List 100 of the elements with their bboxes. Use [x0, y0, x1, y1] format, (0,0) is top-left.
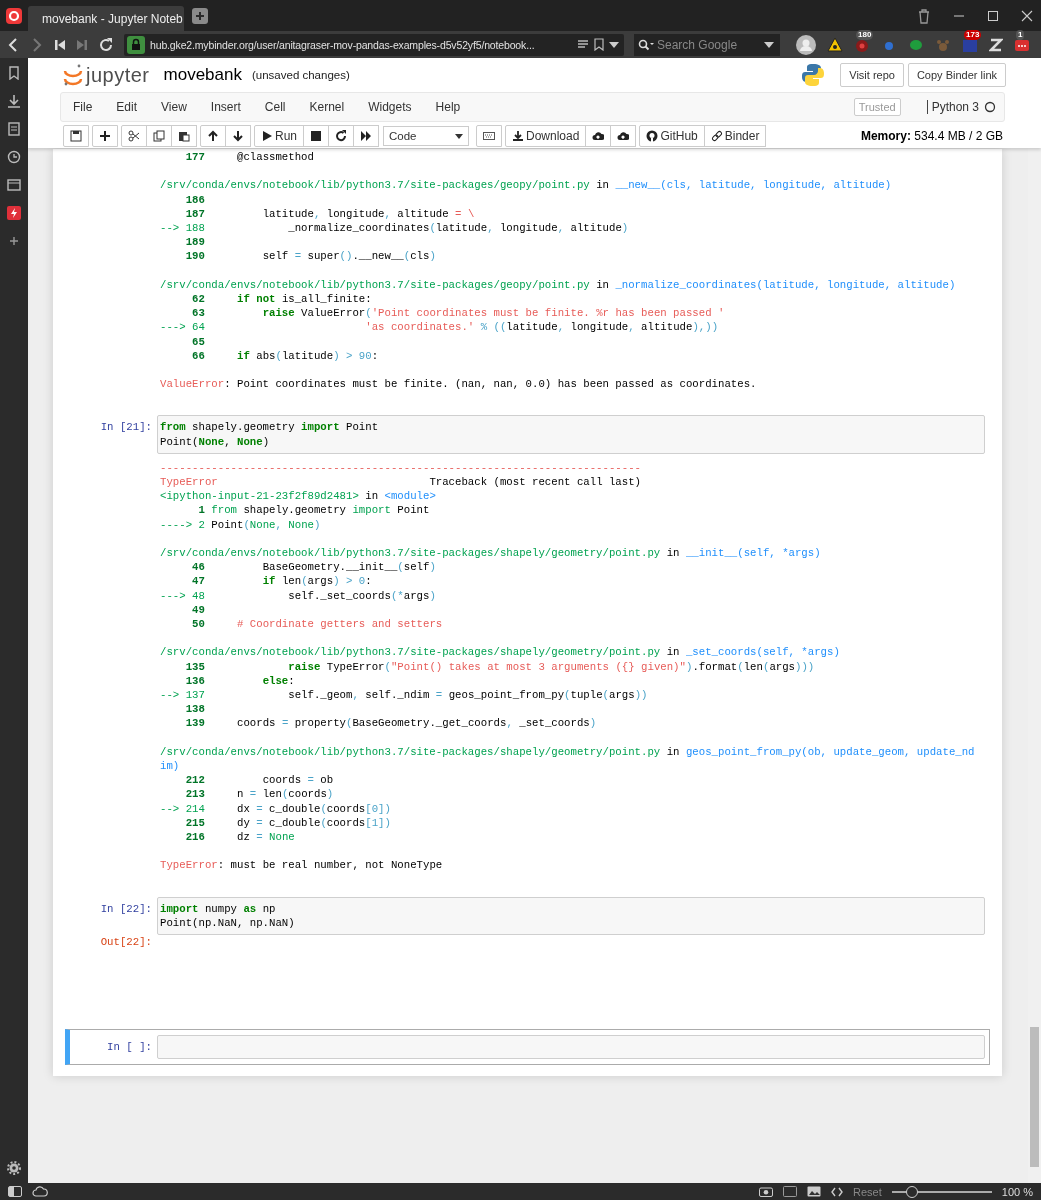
- caret-icon: [455, 133, 463, 139]
- output-line: 50 # Coordinate getters and setters: [191, 617, 444, 632]
- avatar-icon[interactable]: [796, 34, 816, 55]
- notebook-cell[interactable]: In [22]: import numpy as np Point(np.NaN, np.NaN) Out[22]:: [65, 890, 990, 956]
- paste-button[interactable]: [171, 125, 197, 147]
- output-line: 136 else:: [184, 673, 296, 689]
- stop-icon: [310, 130, 322, 142]
- output-line: ---> 64 'as coordinates.' % ((latitude, longitude, altitude),)): [160, 320, 720, 335]
- cloud-icon: [592, 130, 605, 142]
- header-button[interactable]: Copy Binder link: [907, 63, 1006, 87]
- reload-button[interactable]: [98, 36, 114, 53]
- menu-item[interactable]: Insert: [210, 100, 241, 114]
- code-input[interactable]: [157, 1035, 985, 1060]
- output-line: <ipython-input-21-23f2f89d2481> in <module>: [160, 489, 437, 504]
- download-icon[interactable]: [7, 94, 21, 108]
- output-line: /srv/conda/envs/notebook/lib/python3.7/site-packages/geopy/point.py in _normalize_coordinates(latitude, longitude, altitude): [160, 277, 957, 292]
- bookmark-icon[interactable]: [7, 66, 21, 80]
- kernel-name[interactable]: Python 3: [926, 100, 979, 114]
- trash-icon[interactable]: [917, 7, 931, 24]
- plus-icon[interactable]: [7, 234, 21, 248]
- code-input[interactable]: from shapely.geometry import Point Point(None, None): [157, 415, 985, 454]
- logo-text[interactable]: jupyter: [86, 63, 150, 87]
- binder-button[interactable]: Binder: [703, 125, 767, 147]
- output-line: TypeError Traceback (most recent call last): [160, 475, 643, 490]
- warning-icon[interactable]: [827, 37, 843, 52]
- search-icon: [638, 38, 654, 51]
- close-button[interactable]: [1021, 9, 1033, 22]
- panel-toggle-icon[interactable]: [8, 1186, 22, 1197]
- menu-item[interactable]: Widgets: [368, 100, 412, 114]
- address-field[interactable]: hub.gke2.mybinder.org/user/anitagraser-mov-pandas-examples-d5v52yf5/notebook...: [124, 33, 624, 56]
- input-prompt: In [ ]:: [106, 1040, 153, 1056]
- code-icon[interactable]: [831, 1186, 844, 1197]
- forward-button[interactable]: [30, 36, 44, 53]
- code-input[interactable]: import numpy as np Point(np.NaN, np.NaN): [157, 896, 985, 936]
- output-line: 135 raise TypeError("Point() takes at most 3 arguments ({} given)").format(len(args))): [184, 659, 816, 674]
- back-button[interactable]: [6, 36, 20, 53]
- menu-item[interactable]: Cell: [264, 100, 286, 114]
- notes-icon[interactable]: [7, 122, 21, 136]
- caret-icon[interactable]: [764, 41, 774, 48]
- window-icon[interactable]: [7, 178, 21, 192]
- menu-item[interactable]: File: [73, 100, 93, 114]
- keyboard-button[interactable]: [476, 125, 502, 147]
- menu-item[interactable]: Help: [435, 100, 461, 114]
- reset-button[interactable]: Reset: [853, 1185, 882, 1198]
- move-down-button[interactable]: [225, 125, 251, 147]
- zoom-level: 100 %: [1001, 1185, 1033, 1198]
- cut-button[interactable]: [121, 125, 147, 147]
- restart-icon: [335, 130, 347, 142]
- output-line: 138: [184, 702, 206, 717]
- cloud-icon[interactable]: [32, 1186, 48, 1197]
- plus-icon: [99, 130, 111, 142]
- reader-view-icon[interactable]: [577, 39, 589, 50]
- notebook-cell[interactable]: In [ ]:: [65, 1029, 990, 1066]
- save-status: (unsaved changes): [251, 69, 350, 81]
- bookmark-icon[interactable]: [594, 38, 604, 51]
- output-line: /srv/conda/envs/notebook/lib/python3.7/site-packages/geopy/point.py in __new__(cls, latitude, longitude, altitude): [160, 178, 893, 193]
- output-line: --> 137 self._geom, self._ndim = geos_point_from_py(tuple(args)): [160, 688, 649, 703]
- menu-item[interactable]: View: [161, 100, 187, 114]
- image-icon[interactable]: [807, 1186, 822, 1197]
- camera-icon[interactable]: [759, 1186, 774, 1197]
- run-button[interactable]: Run: [254, 125, 304, 147]
- maximize-button[interactable]: [987, 9, 999, 22]
- cell-type-dropdown[interactable]: Code: [383, 126, 469, 146]
- fast-forward-button[interactable]: [76, 37, 88, 52]
- logo-icon[interactable]: [6, 7, 22, 24]
- upload-button[interactable]: [610, 125, 637, 147]
- notebook-title[interactable]: movebank: [163, 65, 242, 85]
- header-button[interactable]: Visit repo: [840, 63, 904, 87]
- rewind-button[interactable]: [54, 37, 66, 52]
- count-badge: 1: [1016, 29, 1025, 40]
- clock-icon[interactable]: [7, 150, 21, 164]
- menu-item[interactable]: Edit: [116, 100, 138, 114]
- github-button[interactable]: GitHub: [639, 125, 705, 147]
- save-button[interactable]: [63, 125, 89, 147]
- move-up-button[interactable]: [200, 125, 226, 147]
- zigzag-icon[interactable]: [989, 37, 1003, 52]
- upload-button[interactable]: [585, 125, 612, 147]
- window-icon[interactable]: [783, 1186, 798, 1197]
- new-tab-button[interactable]: [192, 7, 208, 24]
- bolt-icon[interactable]: [7, 206, 21, 220]
- code-line: Point(np.NaN, np.NaN): [160, 915, 296, 931]
- output-line: 47 if len(args) > 0:: [191, 574, 373, 589]
- insert-cell-button[interactable]: [92, 125, 118, 147]
- download-button[interactable]: Download: [505, 125, 587, 147]
- logo-icon: [801, 63, 826, 87]
- output-line: ----> 2 Point(None, None): [160, 517, 322, 532]
- output-line: /srv/conda/envs/notebook/lib/python3.7/site-packages/shapely/geometry/point.py in __init__(self, *args): [160, 546, 822, 561]
- output-prompt: Out[22]:: [99, 935, 153, 950]
- run-all-button[interactable]: [353, 125, 379, 147]
- menu-item[interactable]: Kernel: [309, 100, 345, 114]
- search-field[interactable]: Search Google: [634, 33, 780, 56]
- output-line: 46 BaseGeometry.__init__(self): [191, 560, 437, 575]
- output-line: 49: [191, 602, 206, 618]
- settings-icon[interactable]: [7, 1161, 21, 1175]
- restart-button[interactable]: [328, 125, 354, 147]
- output-line: --> 188 _normalize_coordinates(latitude, longitude, altitude): [160, 221, 630, 236]
- copy-icon: [153, 130, 165, 142]
- stop-button[interactable]: [303, 125, 329, 147]
- caret-icon[interactable]: [609, 41, 619, 48]
- browser-tab[interactable]: movebank - Jupyter Noteb: [28, 6, 184, 31]
